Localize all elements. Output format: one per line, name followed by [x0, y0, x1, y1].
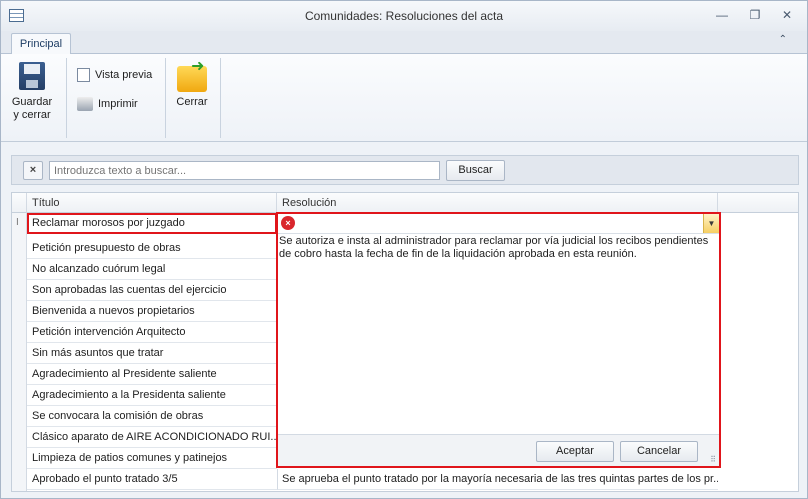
- search-button[interactable]: Buscar: [446, 160, 505, 181]
- resolution-memo-text[interactable]: Se autoriza e insta al administrador par…: [279, 235, 715, 261]
- print-label: Imprimir: [98, 97, 138, 110]
- search-panel: × Buscar: [11, 155, 799, 185]
- resolution-memo-popup: × ▼ Se autoriza e insta al administrador…: [276, 212, 721, 468]
- table-row[interactable]: Limpieza de patios comunes y patinejos: [27, 448, 277, 469]
- header-titulo[interactable]: Título: [27, 193, 277, 213]
- memo-editor-bar[interactable]: × ▼: [278, 214, 719, 234]
- ribbon-separator: [66, 58, 67, 138]
- popup-footer: Aceptar Cancelar ⠿: [278, 434, 719, 466]
- restore-button[interactable]: ❐: [744, 7, 766, 23]
- table-row[interactable]: Aprobado el punto tratado 3/5: [27, 469, 277, 490]
- row-indicator-column: I: [12, 213, 27, 491]
- printer-icon: [77, 97, 93, 111]
- cancel-button[interactable]: Cancelar: [620, 441, 698, 462]
- green-arrow-icon: ➜: [191, 58, 205, 75]
- grid-header: Título Resolución: [12, 193, 798, 213]
- chevron-down-icon[interactable]: ▼: [703, 214, 719, 233]
- print-preview-button[interactable]: Vista previa: [77, 68, 152, 82]
- minimize-button[interactable]: —: [711, 7, 733, 23]
- save-label-line2: y cerrar: [13, 109, 51, 121]
- accept-button[interactable]: Aceptar: [536, 441, 614, 462]
- main-window: Comunidades: Resoluciones del acta — ❐ ✕…: [0, 0, 808, 499]
- clear-search-button[interactable]: ×: [23, 161, 43, 180]
- search-input[interactable]: [49, 161, 440, 180]
- print-preview-label: Vista previa: [95, 68, 153, 81]
- save-and-close-button[interactable]: Guardar y cerrar: [7, 62, 57, 124]
- resize-grip-icon[interactable]: ⠿: [710, 455, 716, 464]
- window-title: Comunidades: Resoluciones del acta: [304, 9, 504, 23]
- close-form-button[interactable]: ➜ Cerrar: [167, 58, 217, 122]
- close-button[interactable]: ✕: [776, 7, 798, 23]
- ribbon-tab-bar: Principal ⌃: [1, 31, 807, 55]
- indicator-header: [12, 193, 27, 213]
- magnifier-page-icon: [77, 68, 90, 82]
- ribbon-separator: [220, 58, 221, 138]
- table-row[interactable]: Agradecimiento a la Presidenta saliente: [27, 385, 277, 406]
- ribbon-separator: [165, 58, 166, 138]
- table-row[interactable]: Agradecimiento al Presidente saliente: [27, 364, 277, 385]
- table-row[interactable]: Bienvenida a nuevos propietarios: [27, 301, 277, 322]
- title-bar: Comunidades: Resoluciones del acta — ❐ ✕: [1, 1, 807, 31]
- ribbon: Guardar y cerrar Vista previa Imprimir ➜…: [1, 54, 807, 142]
- table-row[interactable]: Sin más asuntos que tratar: [27, 343, 277, 364]
- text-cursor-icon: I: [16, 217, 19, 228]
- print-button[interactable]: Imprimir: [77, 97, 138, 111]
- error-icon: ×: [281, 216, 295, 230]
- table-row[interactable]: Clásico aparato de AIRE ACONDICIONADO RU…: [27, 427, 277, 448]
- table-row[interactable]: Petición intervención Arquitecto: [27, 322, 277, 343]
- table-row[interactable]: No alcanzado cuórum legal: [27, 259, 277, 280]
- collapse-ribbon-icon[interactable]: ⌃: [779, 34, 787, 45]
- table-row[interactable]: Reclamar morosos por juzgado: [27, 213, 277, 234]
- table-row[interactable]: Se convocara la comisión de obras: [27, 406, 277, 427]
- save-label-line1: Guardar: [11, 96, 53, 108]
- resolution-cell[interactable]: Se aprueba el punto tratado por la mayor…: [277, 469, 718, 490]
- floppy-disk-icon: [19, 62, 45, 90]
- close-form-label: Cerrar: [176, 96, 208, 108]
- table-row[interactable]: Son aprobadas las cuentas del ejercicio: [27, 280, 277, 301]
- table-row[interactable]: Petición presupuesto de obras: [27, 238, 277, 259]
- tab-principal[interactable]: Principal: [11, 33, 71, 55]
- header-resolucion[interactable]: Resolución: [277, 193, 718, 213]
